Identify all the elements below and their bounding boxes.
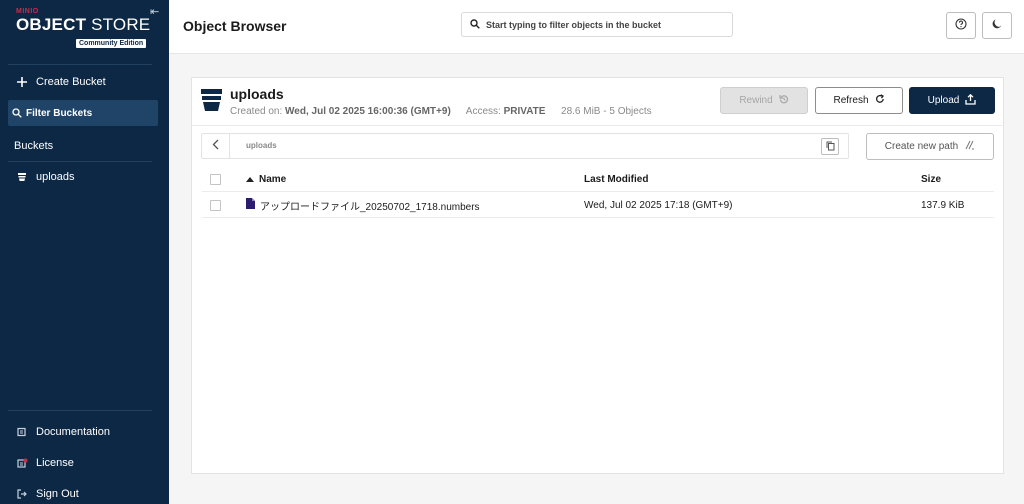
top-header: Object Browser <box>169 0 1024 54</box>
sidebar-item-sign-out[interactable]: Sign Out <box>8 481 158 504</box>
search-icon <box>470 16 480 34</box>
refresh-label: Refresh <box>833 95 869 106</box>
upload-button[interactable]: Upload <box>909 87 995 114</box>
copy-path-button[interactable] <box>821 138 839 155</box>
page-title: Object Browser <box>183 18 287 34</box>
sidebar-item-label: License <box>36 457 74 469</box>
objects-table: Name Last Modified Size アップロードファイル_20250… <box>202 166 994 218</box>
search-input[interactable] <box>486 19 716 30</box>
sign-out-icon <box>8 489 36 499</box>
upload-label: Upload <box>927 95 960 106</box>
path-breadcrumb: uploads <box>201 133 849 159</box>
search-icon <box>8 108 26 118</box>
rewind-icon <box>779 94 789 107</box>
sidebar-divider <box>8 161 152 162</box>
modified-column-header[interactable]: Last Modified <box>584 166 648 192</box>
create-path-label: Create new path <box>884 141 959 152</box>
collapse-sidebar-icon[interactable]: ⇤ <box>150 5 159 18</box>
help-icon <box>955 17 967 35</box>
plus-icon <box>8 77 36 87</box>
upload-icon <box>965 93 976 108</box>
help-button[interactable] <box>946 12 976 39</box>
name-column-label: Name <box>259 173 287 185</box>
object-size: 137.9 KiB <box>921 199 965 211</box>
created-label: Created on: <box>230 106 283 117</box>
sidebar-item-label: uploads <box>36 171 75 183</box>
new-path-icon <box>964 140 975 153</box>
select-all-checkbox[interactable] <box>210 166 221 192</box>
sidebar-item-license[interactable]: License <box>8 450 158 476</box>
refresh-button[interactable]: Refresh <box>815 87 903 114</box>
breadcrumb-path[interactable]: uploads <box>246 141 277 150</box>
create-bucket-button[interactable]: Create Bucket <box>8 69 158 95</box>
object-browser-panel: uploads Created on: Wed, Jul 02 2025 16:… <box>191 77 1004 474</box>
edition-badge: Community Edition <box>76 39 147 48</box>
create-bucket-label: Create Bucket <box>36 76 106 88</box>
sidebar-divider <box>8 410 152 411</box>
bucket-icon <box>8 172 36 182</box>
sidebar-item-documentation[interactable]: Documentation <box>8 419 158 445</box>
sidebar-item-label: Sign Out <box>36 488 79 500</box>
bucket-name: uploads <box>230 86 284 102</box>
minio-logo: MINIO OBJECT STORE Community Edition <box>16 8 150 48</box>
sidebar-divider <box>8 64 152 65</box>
rewind-button[interactable]: Rewind <box>720 87 808 114</box>
buckets-section-title: Buckets <box>14 140 54 152</box>
logo-title-light: STORE <box>86 15 151 34</box>
chevron-left-icon <box>212 137 219 155</box>
table-header-row: Name Last Modified Size <box>202 166 994 192</box>
object-search[interactable] <box>461 12 733 37</box>
sidebar-item-uploads[interactable]: uploads <box>8 164 158 190</box>
access-label: Access: <box>465 106 501 117</box>
object-name: アップロードファイル_20250702_1718.numbers <box>260 201 480 213</box>
back-button[interactable] <box>202 134 230 158</box>
filter-buckets-label: Filter Buckets <box>26 107 93 119</box>
name-column-header[interactable]: Name <box>246 166 286 192</box>
sort-asc-icon <box>246 174 254 185</box>
bucket-icon <box>201 89 222 116</box>
table-row[interactable]: アップロードファイル_20250702_1718.numbers Wed, Ju… <box>202 192 994 218</box>
access-value: PRIVATE <box>503 106 546 117</box>
object-name-cell[interactable]: アップロードファイル_20250702_1718.numbers <box>246 192 480 218</box>
refresh-icon <box>875 94 885 107</box>
object-modified: Wed, Jul 02 2025 17:18 (GMT+9) <box>584 199 733 211</box>
documentation-icon <box>8 427 36 437</box>
rewind-label: Rewind <box>739 95 773 106</box>
created-value: Wed, Jul 02 2025 16:00:36 (GMT+9) <box>285 106 451 117</box>
copy-icon <box>826 138 835 156</box>
bucket-header: uploads Created on: Wed, Jul 02 2025 16:… <box>192 78 1003 126</box>
row-checkbox[interactable] <box>210 192 221 218</box>
file-icon <box>246 198 255 212</box>
logo-title-bold: OBJECT <box>16 15 87 34</box>
sidebar-item-label: Documentation <box>36 426 110 438</box>
bucket-summary: 28.6 MiB - 5 Objects <box>561 106 652 117</box>
sidebar: MINIO OBJECT STORE Community Edition ⇤ C… <box>0 0 169 504</box>
moon-icon <box>991 17 1003 35</box>
size-column-header[interactable]: Size <box>921 166 941 192</box>
filter-buckets-input[interactable]: Filter Buckets <box>8 100 158 126</box>
create-new-path-button[interactable]: Create new path <box>866 133 994 160</box>
license-icon <box>8 458 36 469</box>
logo-brand: MINIO <box>16 8 39 15</box>
logo-title: OBJECT STORE <box>16 16 150 34</box>
bucket-meta: Created on: Wed, Jul 02 2025 16:00:36 (G… <box>230 106 652 117</box>
dark-mode-button[interactable] <box>982 12 1012 39</box>
